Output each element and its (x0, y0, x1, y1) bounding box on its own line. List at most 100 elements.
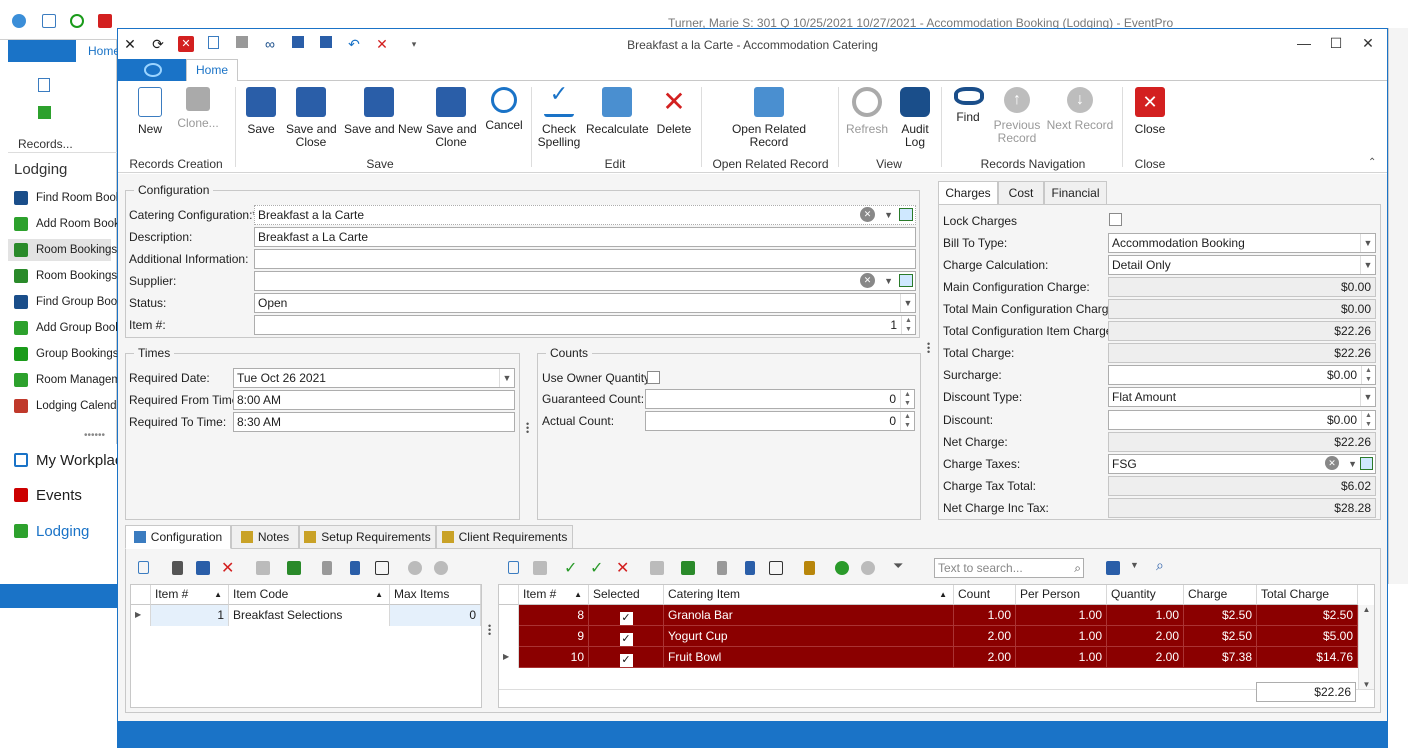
catering-configuration-field[interactable]: Breakfast a la Carte ✕ ▼ (254, 205, 916, 225)
clone-row-icon[interactable] (172, 561, 183, 575)
spin-icon[interactable]: ▲ ▼ (1361, 366, 1375, 384)
table-cell[interactable]: 2.00 (1107, 647, 1184, 668)
taxes-field[interactable]: FSG ✕ ▼ (1108, 454, 1376, 474)
column-header-count[interactable]: Count (954, 585, 1016, 605)
delete-row-icon[interactable]: ✕ (616, 558, 629, 578)
clipboard-icon[interactable] (804, 561, 815, 575)
discount-field[interactable]: $0.00 ▲ ▼ (1108, 410, 1376, 430)
calc-field[interactable]: Detail Only ▼ (1108, 255, 1376, 275)
chevron-down-icon[interactable]: ▼ (884, 206, 893, 224)
table-cell[interactable]: 2.00 (954, 626, 1016, 647)
actual-count-field[interactable]: 0 ▲ ▼ (645, 411, 915, 431)
table-cell[interactable]: Breakfast Selections (229, 605, 390, 626)
export-icon[interactable] (681, 561, 695, 575)
scroll-up-icon[interactable]: ▲ (1359, 605, 1374, 614)
chevron-down-icon[interactable]: ▼ (1360, 256, 1375, 274)
scroll-down-icon[interactable]: ▼ (1359, 680, 1374, 689)
table-cell[interactable]: $7.38 (1184, 647, 1257, 668)
nav-item[interactable]: Add Group Booki (14, 317, 124, 339)
table-cell[interactable]: 1.00 (954, 605, 1016, 626)
bill-to-field[interactable]: Accommodation Booking ▼ (1108, 233, 1376, 253)
table-cell[interactable]: 9 (519, 626, 589, 647)
move-down-icon[interactable] (434, 561, 448, 575)
column-header-catering-item[interactable]: Catering Item ▲ (664, 585, 954, 605)
search-input[interactable]: Text to search... ⌕ (934, 558, 1084, 578)
clone-row-icon[interactable] (533, 561, 547, 575)
vertical-scrollbar[interactable]: ▲ ▼ (1358, 605, 1374, 689)
use-owner-quantity-checkbox[interactable] (647, 371, 660, 384)
move-down-icon[interactable] (861, 561, 875, 575)
nav-item[interactable]: Lodging Calenda (14, 395, 123, 417)
duplicate-icon[interactable] (717, 561, 727, 575)
new-document-button[interactable]: New (130, 87, 170, 136)
status-select[interactable]: Open ▼ (254, 293, 916, 313)
table-cell[interactable]: Fruit Bowl (664, 647, 954, 668)
background-file-tab[interactable] (8, 40, 76, 62)
table-cell[interactable]: 8 (519, 605, 589, 626)
nav-lodging[interactable]: Lodging (14, 520, 89, 542)
selected-checkbox[interactable]: ✓ (619, 633, 633, 646)
surcharge-field[interactable]: $0.00 ▲ ▼ (1108, 365, 1376, 385)
column-header-item-code[interactable]: Item Code ▲ (229, 585, 390, 605)
supplier-field[interactable]: ✕ ▼ (254, 271, 916, 291)
table-cell[interactable]: 1.00 (1016, 605, 1107, 626)
selected-checkbox[interactable]: ✓ (619, 654, 633, 667)
nav-item[interactable]: Find Group Booki (14, 291, 126, 313)
delete-row-icon[interactable]: ✕ (221, 558, 234, 578)
column-header-charge[interactable]: Charge (1184, 585, 1257, 605)
table-cell[interactable]: $14.76 (1257, 647, 1358, 668)
clear-icon[interactable]: ✕ (860, 273, 875, 288)
tab-financial[interactable]: Financial (1044, 181, 1107, 205)
collapse-ribbon-icon[interactable]: ⌃ (1368, 157, 1376, 168)
splitter-handle[interactable]: • • • (488, 622, 491, 639)
audit-log-button[interactable]: Audit Log (898, 87, 932, 149)
lock-charges-checkbox[interactable] (1109, 213, 1122, 226)
table-cell[interactable]: 2.00 (1107, 626, 1184, 647)
table-cell[interactable]: ✓ (589, 605, 664, 626)
chevron-down-icon[interactable]: ▼ (499, 369, 514, 387)
save-clone-button[interactable]: Save and Clone (426, 87, 477, 149)
guaranteed-count-field[interactable]: 0 ▲ ▼ (645, 389, 915, 409)
clear-icon[interactable]: ✕ (860, 207, 875, 222)
list-icon[interactable] (375, 561, 389, 575)
description-field[interactable]: Breakfast a La Carte (254, 227, 916, 247)
new-row-icon[interactable] (508, 561, 519, 574)
column-header-item-[interactable]: Item # ▲ (519, 585, 589, 605)
table-cell[interactable]: Granola Bar (664, 605, 954, 626)
open-record-icon[interactable] (899, 208, 913, 221)
open-record-icon[interactable] (1360, 457, 1373, 470)
new-icon[interactable] (38, 78, 50, 92)
chevron-down-icon[interactable]: ▼ (1360, 234, 1375, 252)
select-all-icon[interactable]: ✓ (590, 558, 603, 578)
refresh-button[interactable]: Refresh (844, 87, 890, 136)
open-related-button[interactable]: Open Related Record (725, 87, 813, 149)
column-header-item-no[interactable]: Item # ▲ (151, 585, 229, 605)
spin-icon[interactable]: ▲ ▼ (1361, 411, 1375, 429)
table-cell[interactable]: Yogurt Cup (664, 626, 954, 647)
column-header-quantity[interactable]: Quantity (1107, 585, 1184, 605)
table-cell[interactable]: 1.00 (1107, 605, 1184, 626)
tab-configuration[interactable]: Configuration (125, 525, 231, 549)
chevron-down-icon[interactable]: ▼ (1348, 455, 1357, 473)
table-cell[interactable]: $2.50 (1257, 605, 1358, 626)
maximize-button[interactable]: ☐ (1326, 35, 1346, 53)
table-cell[interactable]: 1 (151, 605, 229, 626)
spin-icon[interactable]: ▲ ▼ (900, 412, 914, 430)
down-arrow-button[interactable]: ↓ Next Record (1046, 87, 1114, 132)
chevron-down-icon[interactable]: ▼ (1360, 388, 1375, 406)
table-cell[interactable]: $2.50 (1184, 626, 1257, 647)
column-header-selected[interactable]: Selected (589, 585, 664, 605)
spellcheck-button[interactable]: ✓ Check Spelling (536, 83, 582, 149)
delete-x-button[interactable]: ✕ Delete (652, 87, 696, 136)
tab-charges[interactable]: Charges (938, 181, 998, 205)
chevron-down-icon[interactable]: ▼ (884, 272, 893, 290)
additional-info-field[interactable] (254, 249, 916, 269)
tab-notes[interactable]: Notes (231, 525, 299, 549)
save-button[interactable]: Save (246, 87, 276, 136)
table-cell[interactable]: 10 (519, 647, 589, 668)
find-in-grid-icon[interactable]: ⌕ (1156, 557, 1164, 574)
splitter-handle[interactable]: • • • (927, 340, 930, 357)
nav-events[interactable]: Events (14, 484, 82, 506)
move-up-icon[interactable] (835, 561, 849, 575)
item-number-field[interactable]: 1 ▲ ▼ (254, 315, 916, 335)
